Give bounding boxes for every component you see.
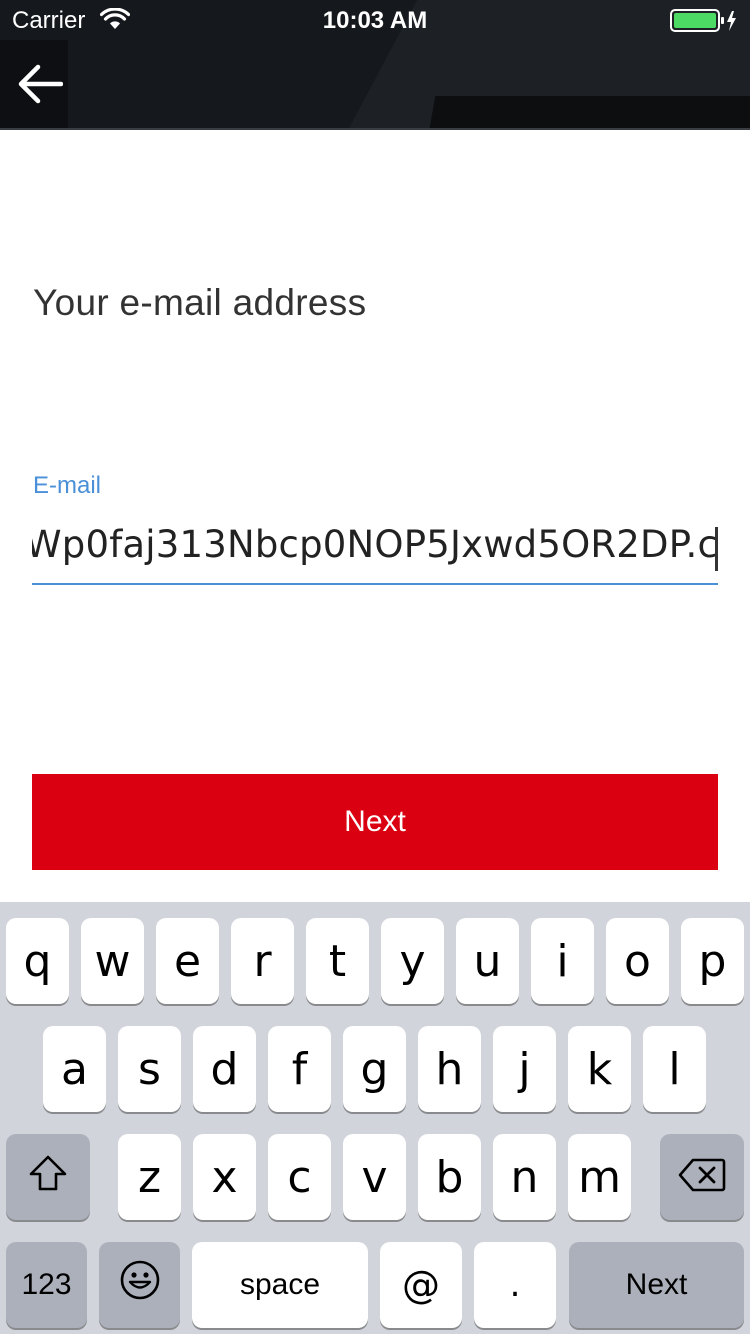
- key-e[interactable]: e: [156, 918, 219, 1004]
- key-c[interactable]: c: [268, 1134, 331, 1220]
- key-g[interactable]: g: [343, 1026, 406, 1112]
- shift-icon: [28, 1152, 68, 1203]
- key-a[interactable]: a: [43, 1026, 106, 1112]
- back-button[interactable]: [10, 56, 70, 116]
- header-decoration: [424, 96, 750, 128]
- key-f[interactable]: f: [268, 1026, 331, 1112]
- key-i[interactable]: i: [531, 918, 594, 1004]
- key-n[interactable]: n: [493, 1134, 556, 1220]
- shift-key[interactable]: [6, 1134, 90, 1220]
- keyboard: q w e r t y u i o p a s d f g h j k l z …: [0, 902, 750, 1334]
- key-w[interactable]: w: [81, 918, 144, 1004]
- clock: 10:03 AM: [322, 7, 428, 34]
- status-bar: Carrier 10:03 AM: [0, 0, 750, 40]
- delete-key[interactable]: [660, 1134, 744, 1220]
- key-q[interactable]: q: [6, 918, 69, 1004]
- key-s[interactable]: s: [118, 1026, 181, 1112]
- key-z[interactable]: z: [118, 1134, 181, 1220]
- return-key[interactable]: Next: [569, 1242, 744, 1328]
- key-u[interactable]: u: [456, 918, 519, 1004]
- key-j[interactable]: j: [493, 1026, 556, 1112]
- key-r[interactable]: r: [231, 918, 294, 1004]
- key-k[interactable]: k: [568, 1026, 631, 1112]
- key-v[interactable]: v: [343, 1134, 406, 1220]
- backspace-icon: [678, 1152, 726, 1203]
- key-x[interactable]: x: [193, 1134, 256, 1220]
- email-field[interactable]: Wp0faj313Nbcp0NOP5Jxwd5OR2DP.c: [32, 515, 718, 585]
- email-field-label: E-mail: [33, 472, 102, 499]
- key-h[interactable]: h: [418, 1026, 481, 1112]
- key-l[interactable]: l: [643, 1026, 706, 1112]
- emoji-icon: [119, 1259, 161, 1312]
- key-y[interactable]: y: [381, 918, 444, 1004]
- next-button[interactable]: Next: [32, 774, 718, 870]
- at-key[interactable]: @: [380, 1242, 462, 1328]
- emoji-key[interactable]: [99, 1242, 180, 1328]
- header: Carrier 10:03 AM: [0, 0, 750, 130]
- space-key[interactable]: space: [192, 1242, 368, 1328]
- battery-icon: [670, 9, 740, 40]
- page-title: Your e-mail address: [33, 282, 367, 323]
- key-d[interactable]: d: [193, 1026, 256, 1112]
- key-o[interactable]: o: [606, 918, 669, 1004]
- arrow-left-icon: [17, 64, 64, 109]
- key-m[interactable]: m: [568, 1134, 631, 1220]
- email-input-value: Wp0faj313Nbcp0NOP5Jxwd5OR2DP.c: [32, 523, 718, 566]
- key-t[interactable]: t: [306, 918, 369, 1004]
- numbers-key[interactable]: 123: [6, 1242, 87, 1328]
- key-p[interactable]: p: [681, 918, 744, 1004]
- dot-key[interactable]: .: [474, 1242, 556, 1328]
- text-cursor: [715, 527, 718, 571]
- screen: Carrier 10:03 AM Your e-mail address E-m…: [0, 0, 750, 1334]
- key-b[interactable]: b: [418, 1134, 481, 1220]
